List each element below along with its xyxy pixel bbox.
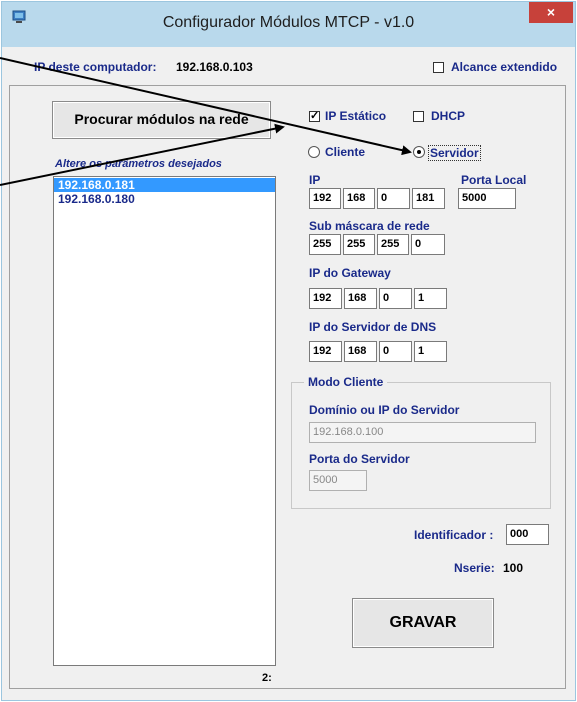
gateway-label: IP do Gateway [309,266,391,280]
gateway-octet-3[interactable]: 0 [379,288,412,309]
server-domain-label: Domínio ou IP do Servidor [309,403,460,417]
server-port-label: Porta do Servidor [309,452,410,466]
static-ip-label[interactable]: IP Estático [325,109,386,123]
client-mode-group-title: Modo Cliente [304,375,388,389]
check-icon: ✓ [310,110,320,122]
ip-label: IP [309,173,321,187]
save-button[interactable]: GRAVAR [352,598,494,648]
static-ip-checkbox[interactable]: ✓ [309,110,320,122]
gateway-octet-2[interactable]: 168 [344,288,377,309]
list-item[interactable]: 192.168.0.181 [54,178,275,192]
serial-value: 100 [503,561,524,575]
close-button[interactable]: × [529,2,573,23]
ip-octet-2[interactable]: 168 [343,188,375,209]
identifier-label: Identificador : [414,528,494,542]
ip-octet-4[interactable]: 181 [412,188,445,209]
dns-octet-3[interactable]: 0 [379,341,412,362]
window-title: Configurador Módulos MTCP - v1.0 [162,14,415,31]
local-port-label: Porta Local [461,173,527,187]
dns-octet-4[interactable]: 1 [414,341,447,362]
ip-octet-1[interactable]: 192 [309,188,341,209]
dhcp-label[interactable]: DHCP [431,109,465,123]
search-modules-button[interactable]: Procurar módulos na rede [52,101,271,139]
close-icon: × [546,4,556,20]
dns-server-label: IP do Servidor de DNS [309,320,437,334]
list-item[interactable]: 192.168.0.180 [54,192,275,206]
dns-octet-2[interactable]: 168 [344,341,377,362]
gateway-octet-1[interactable]: 192 [309,288,342,309]
server-port-field[interactable]: 5000 [309,470,367,491]
extended-range-checkbox[interactable] [433,62,444,73]
module-count: 2: [262,672,272,684]
mask-octet-3[interactable]: 255 [377,234,409,255]
server-radio-label[interactable]: Servidor [428,145,481,161]
radio-dot-icon [417,150,421,154]
mask-octet-1[interactable]: 255 [309,234,341,255]
computer-ip-value: 192.168.0.103 [176,60,253,74]
extended-range-label[interactable]: Alcance extendido [451,60,557,74]
subnet-mask-label: Sub máscara de rede [309,219,430,233]
mask-octet-4[interactable]: 0 [411,234,445,255]
ip-octet-3[interactable]: 0 [377,188,410,209]
identifier-field[interactable]: 000 [506,524,549,545]
server-radio[interactable] [413,146,425,158]
computer-ip-label: IP deste computador: [34,60,157,74]
client-radio-label[interactable]: Cliente [325,145,365,159]
local-port-field[interactable]: 5000 [458,188,516,209]
client-radio[interactable] [308,146,320,158]
list-hint-label: Altere os parâmetros desejados [55,158,222,170]
mask-octet-2[interactable]: 255 [343,234,375,255]
serial-label: Nserie: [454,561,495,575]
dhcp-checkbox[interactable] [413,111,424,122]
gateway-octet-4[interactable]: 1 [414,288,447,309]
module-list[interactable]: 192.168.0.181 192.168.0.180 [53,176,276,666]
dns-octet-1[interactable]: 192 [309,341,342,362]
title-bar[interactable]: Configurador Módulos MTCP - v1.0 × [2,2,575,47]
server-domain-field[interactable]: 192.168.0.100 [309,422,536,443]
